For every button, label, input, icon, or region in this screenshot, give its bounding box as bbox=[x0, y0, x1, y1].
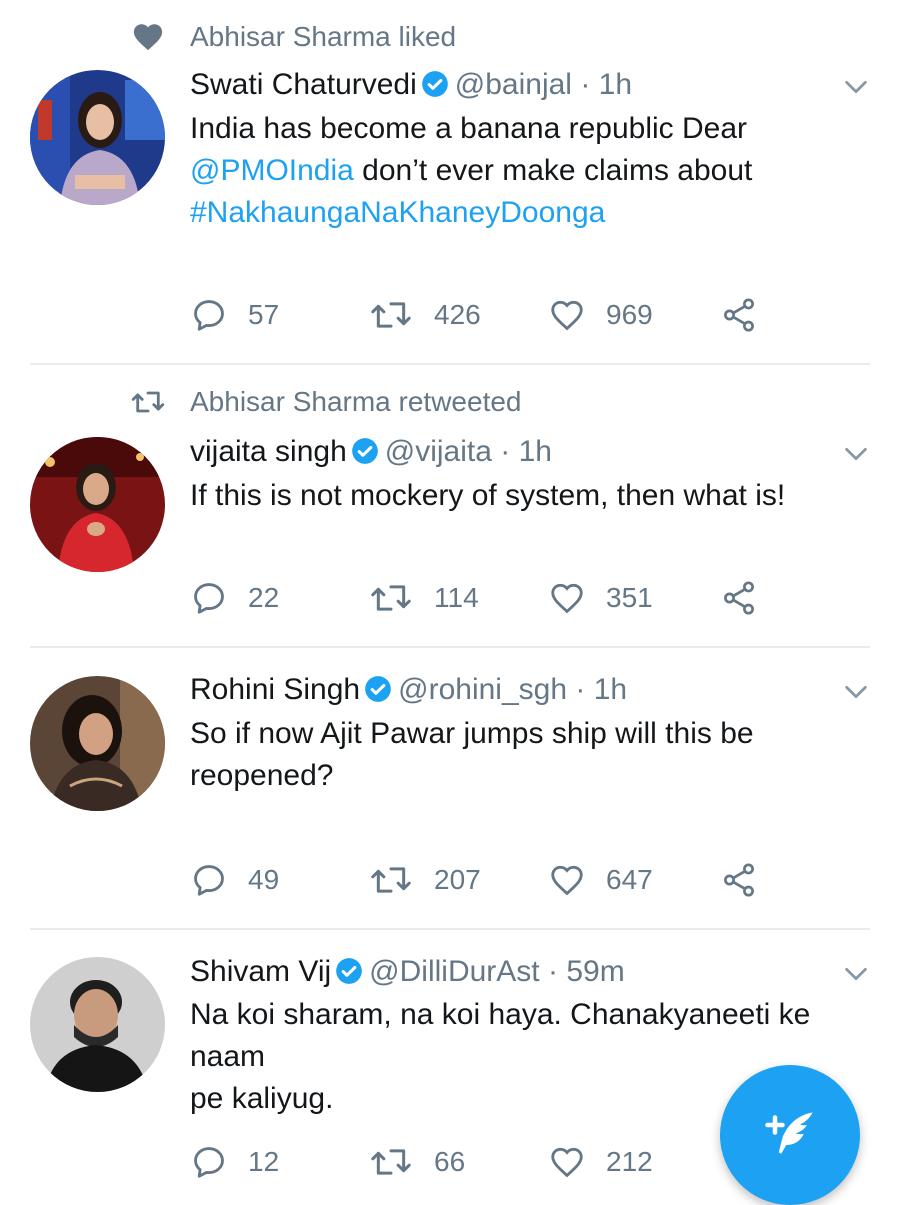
heart-icon bbox=[130, 20, 166, 54]
chevron-down-icon[interactable] bbox=[842, 678, 870, 706]
heart-outline-icon bbox=[551, 583, 583, 614]
tweet-header: Swati Chaturvedi @bainjal · 1h bbox=[190, 65, 860, 105]
separator-dot: · bbox=[580, 68, 591, 101]
tweet-text: India has become a banana republic Dear … bbox=[190, 108, 870, 234]
user-handle[interactable]: @DilliDurAst bbox=[369, 955, 539, 988]
like-button[interactable]: 351 bbox=[548, 578, 653, 618]
retweet-count: 66 bbox=[434, 1146, 466, 1177]
tweet-text-fragment: don’t ever make claims about bbox=[353, 154, 753, 187]
like-count: 969 bbox=[606, 299, 653, 330]
reply-count: 12 bbox=[248, 1146, 280, 1177]
tweet-actions: 22 114 351 bbox=[190, 578, 790, 618]
tweet-text-line: India has become a banana republic Dear bbox=[190, 112, 748, 145]
like-button[interactable]: 969 bbox=[548, 295, 653, 335]
display-name[interactable]: Shivam Vij bbox=[190, 955, 331, 988]
like-count: 351 bbox=[606, 582, 653, 613]
tweet-header: Rohini Singh @rohini_sgh · 1h bbox=[190, 670, 860, 710]
verified-badge-icon bbox=[335, 956, 363, 984]
share-button[interactable] bbox=[720, 860, 758, 900]
avatar[interactable] bbox=[30, 957, 165, 1092]
retweet-icon bbox=[371, 1149, 411, 1175]
separator-dot: · bbox=[575, 673, 586, 706]
share-icon bbox=[724, 863, 754, 897]
reply-count: 49 bbox=[248, 864, 280, 895]
tweet-text: So if now Ajit Pawar jumps ship will thi… bbox=[190, 713, 870, 797]
display-name[interactable]: Swati Chaturvedi bbox=[190, 68, 417, 101]
verified-badge-icon bbox=[364, 674, 392, 702]
retweet-count: 114 bbox=[434, 582, 479, 613]
chevron-down-icon[interactable] bbox=[842, 960, 870, 988]
tweet-text-line: Na koi sharam, na koi haya. Chanakyaneet… bbox=[190, 998, 811, 1073]
tweet[interactable]: Abhisar Sharma retweeted vijaita singh @v… bbox=[0, 365, 900, 647]
mention-link[interactable]: @PMOIndia bbox=[190, 154, 354, 187]
tweet-text-line: reopened? bbox=[190, 759, 334, 792]
share-button[interactable] bbox=[720, 578, 758, 618]
chevron-down-icon[interactable] bbox=[842, 440, 870, 468]
reply-icon bbox=[194, 865, 224, 896]
like-button[interactable]: 212 bbox=[548, 1142, 653, 1182]
retweet-icon bbox=[371, 302, 411, 328]
tweet-actions: 57 426 969 bbox=[190, 295, 790, 335]
reply-button[interactable]: 22 bbox=[190, 578, 279, 618]
like-button[interactable]: 647 bbox=[548, 860, 653, 900]
retweet-button[interactable]: 207 bbox=[368, 860, 481, 900]
timestamp[interactable]: 1h bbox=[599, 68, 632, 101]
user-handle[interactable]: @vijaita bbox=[385, 435, 492, 468]
like-count: 647 bbox=[606, 864, 653, 895]
tweet[interactable]: Abhisar Sharma liked Swati Chaturvedi @ba… bbox=[0, 0, 900, 364]
reply-icon bbox=[194, 300, 224, 331]
hashtag-link[interactable]: #NakhaungaNaKhaneyDoonga bbox=[190, 196, 605, 229]
share-button[interactable] bbox=[720, 295, 758, 335]
retweet-icon bbox=[371, 867, 411, 893]
tweet-header: vijaita singh @vijaita · 1h bbox=[190, 432, 860, 472]
separator-dot: · bbox=[500, 435, 511, 468]
tweet-text-line: So if now Ajit Pawar jumps ship will thi… bbox=[190, 717, 754, 750]
reply-count: 22 bbox=[248, 582, 280, 613]
avatar[interactable] bbox=[30, 70, 165, 205]
chevron-down-icon[interactable] bbox=[842, 73, 870, 101]
verified-badge-icon bbox=[351, 436, 379, 464]
tweet-actions: 12 66 212 bbox=[190, 1142, 790, 1182]
retweet-count: 207 bbox=[434, 864, 481, 895]
compose-tweet-icon bbox=[765, 1112, 813, 1154]
timestamp[interactable]: 59m bbox=[566, 955, 624, 988]
like-count: 212 bbox=[606, 1146, 653, 1177]
tweet-actions: 49 207 647 bbox=[190, 860, 790, 900]
avatar[interactable] bbox=[30, 676, 165, 811]
verified-badge-icon bbox=[421, 69, 449, 97]
retweet-button[interactable]: 426 bbox=[368, 295, 481, 335]
social-context: Abhisar Sharma liked bbox=[190, 21, 457, 52]
retweet-button[interactable]: 114 bbox=[368, 578, 479, 618]
heart-outline-icon bbox=[551, 1147, 583, 1178]
share-icon bbox=[724, 581, 754, 615]
reply-icon bbox=[194, 583, 224, 614]
retweet-icon bbox=[130, 385, 166, 419]
reply-icon bbox=[194, 1147, 224, 1178]
retweet-count: 426 bbox=[434, 299, 481, 330]
reply-count: 57 bbox=[248, 299, 280, 330]
user-handle[interactable]: @bainjal bbox=[455, 68, 572, 101]
timestamp[interactable]: 1h bbox=[594, 673, 627, 706]
tweet-text: If this is not mockery of system, then w… bbox=[190, 479, 786, 512]
heart-outline-icon bbox=[551, 865, 583, 896]
compose-tweet-button[interactable] bbox=[720, 1065, 860, 1205]
avatar[interactable] bbox=[30, 437, 165, 572]
share-icon bbox=[724, 298, 754, 332]
timeline-feed: Abhisar Sharma liked Swati Chaturvedi @ba… bbox=[0, 0, 900, 1205]
reply-button[interactable]: 12 bbox=[190, 1142, 279, 1182]
heart-outline-icon bbox=[551, 300, 583, 331]
tweet-header: Shivam Vij @DilliDurAst · 59m bbox=[190, 952, 860, 992]
display-name[interactable]: Rohini Singh bbox=[190, 673, 360, 706]
tweet[interactable]: Rohini Singh @rohini_sgh · 1h So if now A… bbox=[0, 648, 900, 929]
separator-dot: · bbox=[547, 955, 558, 988]
timestamp[interactable]: 1h bbox=[519, 435, 552, 468]
retweet-icon bbox=[371, 585, 411, 611]
display-name[interactable]: vijaita singh bbox=[190, 435, 347, 468]
user-handle[interactable]: @rohini_sgh bbox=[398, 673, 567, 706]
retweet-button[interactable]: 66 bbox=[368, 1142, 465, 1182]
reply-button[interactable]: 57 bbox=[190, 295, 279, 335]
social-context: Abhisar Sharma retweeted bbox=[190, 386, 522, 417]
reply-button[interactable]: 49 bbox=[190, 860, 279, 900]
